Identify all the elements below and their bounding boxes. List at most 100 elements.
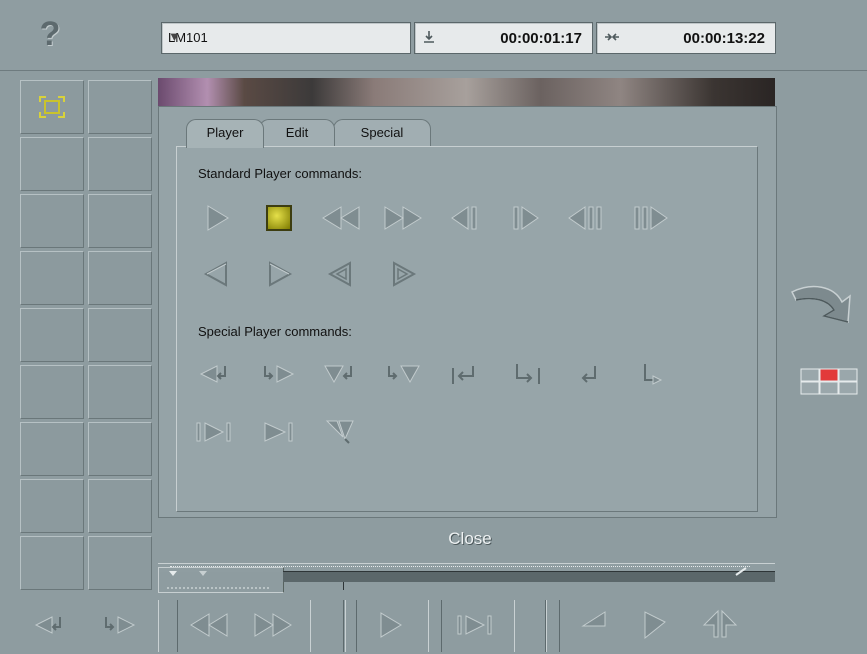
inout-icon bbox=[603, 29, 621, 48]
mark-in-back-button[interactable] bbox=[186, 352, 248, 396]
jog-back-icon bbox=[203, 261, 227, 287]
jog-back-button[interactable] bbox=[186, 252, 248, 296]
mark-out-back-icon bbox=[581, 611, 606, 627]
download-icon bbox=[421, 29, 437, 48]
play-to-end-icon bbox=[196, 422, 231, 442]
rewind-icon bbox=[190, 613, 228, 637]
stop-icon bbox=[266, 205, 292, 231]
shuttle-back-button[interactable] bbox=[558, 196, 620, 240]
bottom-fast-forward-button[interactable] bbox=[242, 600, 304, 650]
shortcut-grid bbox=[20, 80, 154, 590]
grid-slot[interactable] bbox=[20, 308, 84, 362]
send-arrow-button[interactable] bbox=[788, 278, 860, 330]
timecode-duration-field[interactable]: 00:00:13:22 bbox=[596, 22, 776, 54]
grid-slot[interactable] bbox=[20, 479, 84, 533]
special-commands-label: Special Player commands: bbox=[198, 324, 352, 339]
timeline-track[interactable] bbox=[283, 571, 775, 590]
return-button[interactable] bbox=[558, 352, 620, 396]
grid-slot[interactable] bbox=[20, 365, 84, 419]
mark-in-forward-button[interactable] bbox=[248, 352, 310, 396]
play-button[interactable] bbox=[186, 196, 248, 240]
go-to-in-button[interactable] bbox=[434, 352, 496, 396]
separator bbox=[158, 600, 178, 652]
grid-slot[interactable] bbox=[88, 80, 152, 134]
go-to-end-icon bbox=[264, 422, 293, 442]
fullscreen-button[interactable] bbox=[20, 80, 84, 134]
grid-slot[interactable] bbox=[88, 308, 152, 362]
slow-forward-button[interactable] bbox=[372, 252, 434, 296]
mark-out-forward-icon bbox=[644, 611, 666, 640]
mark-in-forward-icon bbox=[264, 365, 295, 383]
step-back-icon bbox=[451, 206, 477, 230]
monitor-layout-button[interactable] bbox=[800, 368, 858, 396]
step-back-button[interactable] bbox=[434, 196, 496, 240]
mark-out-forward-icon bbox=[388, 365, 420, 384]
mark-out-back-button[interactable] bbox=[310, 352, 372, 396]
slow-forward-icon bbox=[393, 261, 417, 287]
play-icon bbox=[380, 612, 402, 638]
grid-slot[interactable] bbox=[88, 194, 152, 248]
bottom-mark-out-forward-button[interactable] bbox=[626, 600, 682, 650]
grid-slot[interactable] bbox=[88, 536, 152, 590]
clip-name-field[interactable]: LM101 ▼ bbox=[161, 22, 411, 54]
timecode-duration-value: 00:00:13:22 bbox=[683, 30, 765, 47]
trim-icon bbox=[325, 420, 354, 444]
playhead-marker[interactable] bbox=[343, 582, 344, 590]
grid-slot[interactable] bbox=[88, 365, 152, 419]
timeline-out-marker[interactable] bbox=[734, 564, 748, 582]
bottom-mark-out-back-button[interactable] bbox=[566, 600, 622, 650]
slow-back-button[interactable] bbox=[310, 252, 372, 296]
close-button[interactable]: Close bbox=[425, 522, 515, 556]
bottom-swap-button[interactable] bbox=[690, 600, 750, 650]
grid-slot[interactable] bbox=[88, 422, 152, 476]
fullscreen-icon bbox=[39, 96, 65, 118]
bottom-mark-in-forward-button[interactable] bbox=[90, 600, 150, 650]
grid-slot[interactable] bbox=[88, 137, 152, 191]
play-to-end-button[interactable] bbox=[186, 410, 248, 454]
mark-in-forward-icon bbox=[105, 616, 136, 634]
grid-slot[interactable] bbox=[88, 251, 152, 305]
jog-forward-button[interactable] bbox=[248, 252, 310, 296]
separator bbox=[310, 600, 344, 652]
go-to-out-button[interactable] bbox=[496, 352, 558, 396]
go-to-end-button[interactable] bbox=[248, 410, 310, 454]
separator bbox=[546, 600, 560, 652]
trim-button[interactable] bbox=[310, 410, 372, 454]
split-arrows-icon bbox=[702, 609, 738, 638]
fast-forward-icon bbox=[254, 613, 292, 637]
help-button[interactable]: ? bbox=[30, 14, 70, 54]
separator bbox=[345, 600, 357, 652]
grid-slot[interactable] bbox=[20, 422, 84, 476]
timeline-in-region[interactable] bbox=[158, 567, 284, 593]
stop-button[interactable] bbox=[248, 196, 310, 240]
loop-button[interactable] bbox=[620, 352, 682, 396]
step-forward-button[interactable] bbox=[496, 196, 558, 240]
bottom-rewind-button[interactable] bbox=[178, 600, 240, 650]
rewind-button[interactable] bbox=[310, 196, 372, 240]
tab-special[interactable]: Special bbox=[333, 119, 431, 146]
bottom-play-to-end-button[interactable] bbox=[446, 600, 510, 650]
chevron-down-icon[interactable]: ▼ bbox=[168, 29, 402, 44]
grid-slot[interactable] bbox=[20, 536, 84, 590]
bottom-mark-in-back-button[interactable] bbox=[22, 600, 82, 650]
go-to-in-icon bbox=[452, 366, 474, 384]
standard-commands-label: Standard Player commands: bbox=[198, 166, 363, 181]
shuttle-forward-icon bbox=[634, 206, 668, 230]
tab-player[interactable]: Player bbox=[186, 119, 264, 148]
rewind-icon bbox=[322, 206, 360, 230]
grid-slot[interactable] bbox=[20, 194, 84, 248]
timecode-in-value: 00:00:01:17 bbox=[500, 30, 582, 47]
slow-back-icon bbox=[327, 261, 351, 287]
shuttle-forward-button[interactable] bbox=[620, 196, 682, 240]
tab-edit[interactable]: Edit bbox=[259, 119, 335, 146]
grid-slot[interactable] bbox=[20, 137, 84, 191]
fast-forward-button[interactable] bbox=[372, 196, 434, 240]
grid-slot[interactable] bbox=[88, 479, 152, 533]
grid-slot[interactable] bbox=[20, 251, 84, 305]
go-to-out-icon bbox=[516, 364, 540, 384]
loop-icon bbox=[644, 364, 663, 385]
timecode-in-field[interactable]: 00:00:01:17 bbox=[414, 22, 593, 54]
jog-forward-icon bbox=[269, 261, 293, 287]
mark-out-forward-button[interactable] bbox=[372, 352, 434, 396]
bottom-play-button[interactable] bbox=[360, 600, 420, 650]
